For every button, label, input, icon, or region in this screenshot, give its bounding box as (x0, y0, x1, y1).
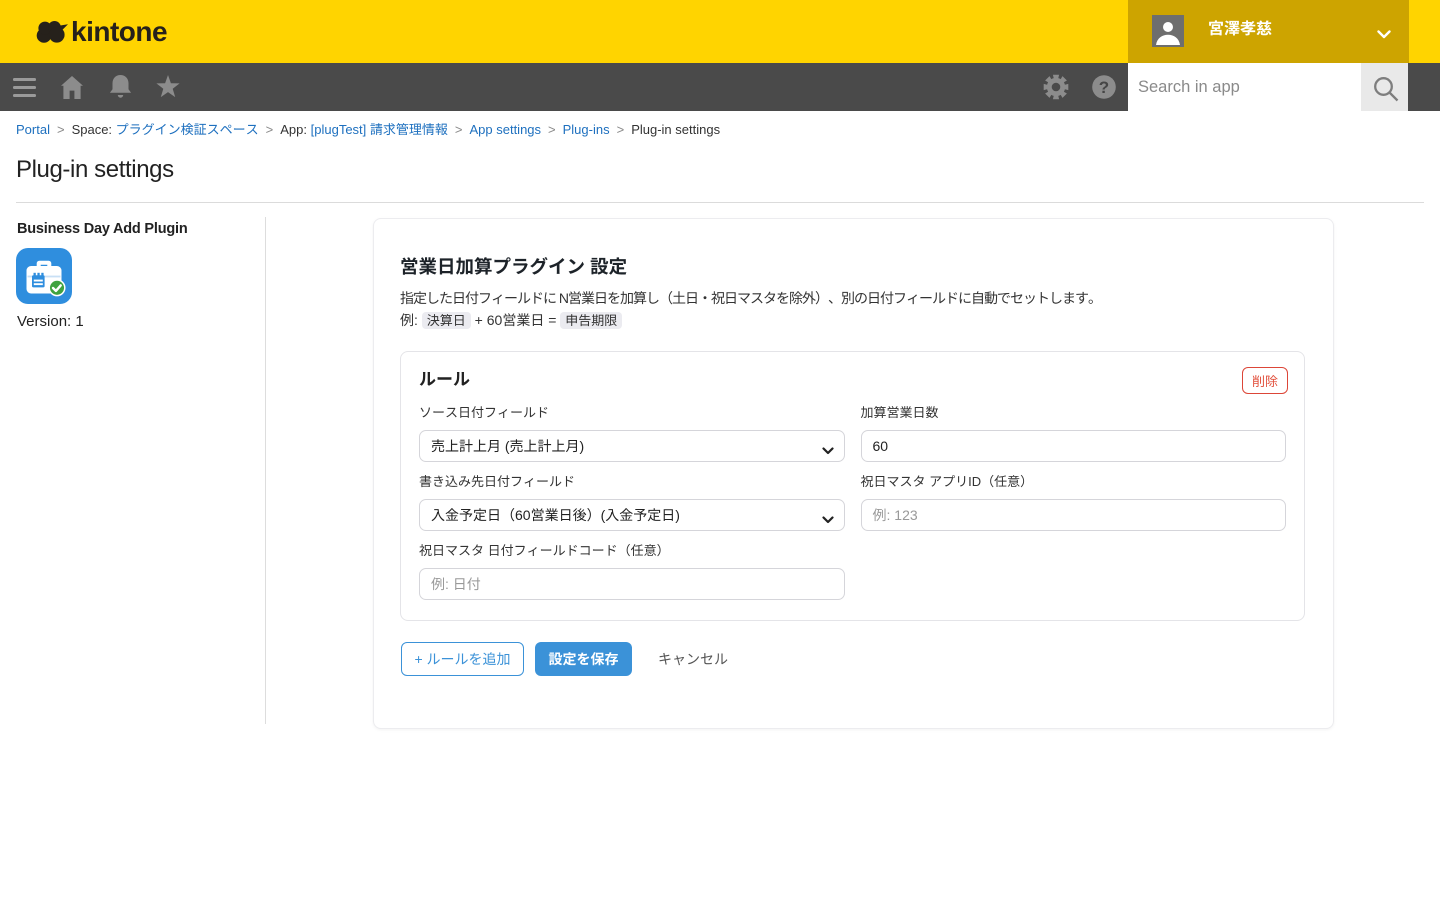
svg-text:?: ? (1099, 78, 1109, 97)
